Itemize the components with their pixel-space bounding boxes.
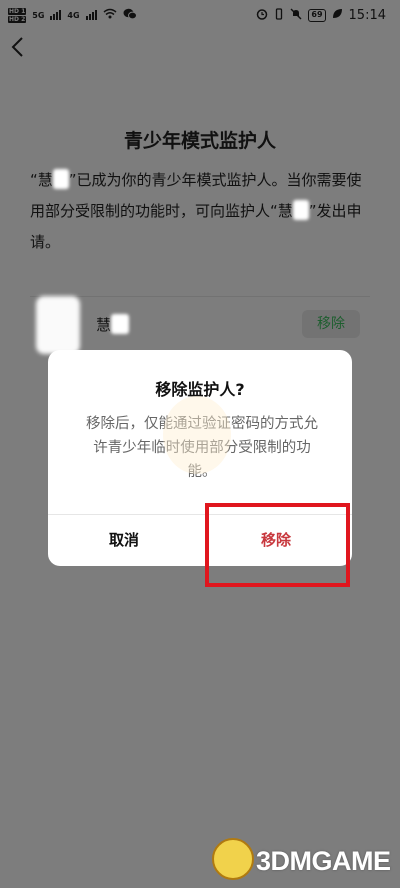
network-4g-label: 4G (67, 10, 80, 20)
sim-indicators: HD 1 HD 2 (8, 7, 27, 23)
redacted-name-blur-2 (292, 200, 309, 220)
guardian-avatar (36, 296, 80, 354)
guardian-name: 慧 (96, 314, 130, 335)
wechat-icon (123, 8, 137, 23)
watermark-logo-icon (212, 838, 254, 880)
back-button[interactable] (10, 36, 32, 64)
signal-bars-2-icon (85, 10, 97, 20)
page-title: 青少年模式监护人 (123, 130, 276, 152)
wifi-icon (103, 8, 117, 22)
watermark-text: 3DMGAME (256, 846, 391, 876)
signal-bars-icon (50, 10, 62, 20)
alarm-icon (256, 8, 268, 23)
clock: 15:14 (348, 7, 386, 23)
battery-level: 69 (308, 8, 326, 22)
status-bar: HD 1 HD 2 5G 4G 69 15:14 (0, 0, 400, 30)
description-part-1: “慧 (30, 171, 53, 189)
status-right: 69 15:14 (256, 8, 386, 23)
remove-guardian-button[interactable]: 移除 (302, 310, 360, 338)
sim2-label: HD 2 (8, 15, 27, 23)
watermark-mascot (163, 396, 231, 474)
redacted-name-blur (52, 169, 69, 189)
mute-icon (290, 8, 302, 23)
guardian-row: 慧 移除 (30, 292, 370, 356)
vibrate-icon (274, 7, 284, 23)
chevron-left-icon (11, 37, 23, 57)
redacted-name-blur-3 (111, 314, 130, 334)
sim1-label: HD 1 (8, 7, 27, 15)
leaf-icon (332, 8, 343, 22)
status-left: HD 1 HD 2 5G 4G (8, 7, 137, 23)
network-5g-label: 5G (32, 10, 45, 20)
guardian-name-text: 慧 (96, 316, 112, 334)
annotation-highlight-frame (205, 503, 350, 587)
cancel-button[interactable]: 取消 (48, 515, 200, 566)
guardian-description: “慧 ”已成为你的青少年模式监护人。当你需要使用部分受限制的功能时，可向监护人“慧… (30, 165, 370, 258)
